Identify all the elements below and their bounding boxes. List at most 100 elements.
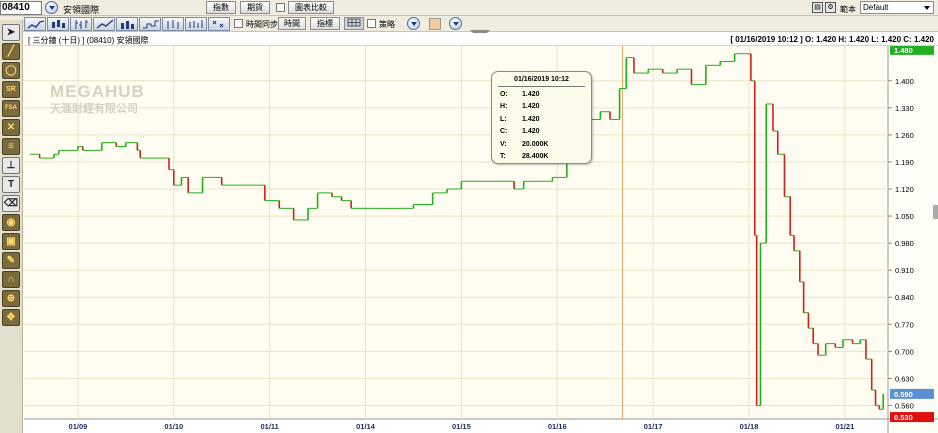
- grid-icon: [347, 18, 361, 27]
- fibonacci-icon: ≡: [8, 141, 14, 152]
- y-tick-label: 0.910: [895, 266, 914, 275]
- hline-tool[interactable]: ⊥: [2, 157, 20, 174]
- sr-tool[interactable]: SR: [2, 81, 20, 98]
- fibonacci-tool[interactable]: ≡: [2, 138, 20, 155]
- low-marker-label: 0.530: [894, 413, 913, 422]
- fan-tool[interactable]: ✕: [2, 119, 20, 136]
- pointfigure-chart-button[interactable]: [208, 17, 230, 31]
- lock-tool[interactable]: ▣: [2, 233, 20, 250]
- hlc-chart-button[interactable]: [162, 17, 184, 31]
- line-tool[interactable]: ╱: [2, 43, 20, 60]
- collapse-handle[interactable]: [470, 30, 490, 33]
- tooltip-row-close: C: 1.420: [500, 128, 540, 135]
- arrow-cursor-icon: ➤: [6, 27, 16, 38]
- range-icon: [189, 20, 203, 28]
- ohlc-chart-button[interactable]: [70, 17, 92, 31]
- ohlc-bar-icon: [75, 20, 88, 29]
- time-sync-label: 時間同步: [246, 20, 278, 29]
- candle-chart-button[interactable]: [47, 17, 69, 31]
- candlestick-icon: [52, 20, 65, 28]
- futures-button[interactable]: 期貨: [240, 1, 270, 14]
- area-chart-button[interactable]: [93, 17, 115, 31]
- delete-tool[interactable]: ✎: [2, 252, 20, 269]
- drawing-toolbar: ➤ ╱ ◯ SR FSA ✕ ≡ ⊥ T ⌫ ◉ ▣ ✎ ∩ ⊕ ✥: [0, 20, 23, 433]
- template-value: Default: [863, 3, 889, 12]
- strategy-label: 策略: [379, 20, 395, 29]
- tooltip-title: 01/16/2019 10:12: [514, 76, 569, 83]
- watermark-brand: MEGAHUB: [50, 82, 145, 101]
- stock-code-input[interactable]: 08410: [0, 1, 42, 15]
- chart-description: [ 三分鐘 (十日) ] (08410) 安領國際: [28, 36, 149, 45]
- move-tool[interactable]: ✥: [2, 309, 20, 326]
- x-tick-label: 01/10: [164, 422, 183, 431]
- pointer-tool[interactable]: ➤: [2, 24, 20, 41]
- point-figure-icon: [212, 20, 224, 28]
- print-icon[interactable]: ▤: [812, 2, 823, 13]
- text-icon: T: [7, 179, 15, 190]
- tooltip-row-volume: V: 20.000K: [500, 141, 549, 148]
- text-tool[interactable]: T: [2, 176, 20, 193]
- pencil-delete-icon: ✎: [6, 255, 16, 266]
- line-draw-icon: ╱: [7, 46, 15, 57]
- move-arrows-icon: ✥: [6, 312, 16, 323]
- grid-toggle-button[interactable]: [344, 17, 364, 30]
- compare-checkbox[interactable]: [276, 3, 285, 12]
- current-marker-label: 0.590: [894, 390, 913, 399]
- panel-resize-handle[interactable]: [933, 205, 938, 219]
- time-button[interactable]: 時間: [278, 17, 306, 30]
- chart-header: [ 三分鐘 (十日) ] (08410) 安領國際 [ 01/16/2019 1…: [24, 33, 938, 46]
- y-tick-label: 0.630: [895, 374, 914, 383]
- step-chart-button[interactable]: [139, 17, 161, 31]
- bar-chart-button[interactable]: [116, 17, 138, 31]
- x-tick-label: 01/14: [356, 422, 376, 431]
- zoom-tool[interactable]: ⊕: [2, 290, 20, 307]
- eraser-tool[interactable]: ⌫: [2, 195, 20, 212]
- template-label: 範本: [840, 5, 856, 14]
- code-dropdown-button[interactable]: [45, 1, 58, 14]
- view-tool[interactable]: ◉: [2, 214, 20, 231]
- chart-ohlc-readout: [ 01/16/2019 10:12 ] O: 1.420 H: 1.420 L…: [730, 35, 934, 44]
- step-chart-icon: [143, 20, 159, 29]
- chart-compare-button[interactable]: 圖表比較: [288, 1, 334, 14]
- settings-icon[interactable]: ⚙: [825, 2, 836, 13]
- y-tick-label: 1.400: [895, 77, 914, 86]
- x-tick-label: 01/11: [260, 422, 278, 431]
- magnet-tool[interactable]: ∩: [2, 271, 20, 288]
- chevron-down-icon: [411, 22, 417, 26]
- ellipse-icon: ◯: [5, 65, 17, 76]
- strategy-checkbox[interactable]: [367, 19, 376, 28]
- line-chart-icon: [27, 20, 45, 29]
- magnet-icon: ∩: [7, 274, 15, 285]
- chart-toolbar: 時間同步 時間 指標 策略: [0, 16, 938, 32]
- high-marker-label: 1.480: [894, 46, 913, 55]
- y-tick-label: 1.190: [895, 158, 914, 167]
- color-dropdown-button[interactable]: [449, 17, 462, 30]
- price-chart[interactable]: 0.560 0.630 0.700 0.770 0.840 0.910 0.980 1.050…: [24, 46, 938, 433]
- tooltip-row-open: O: 1.420: [500, 91, 540, 98]
- watermark-company: 天滙財經有限公司: [50, 103, 138, 115]
- y-tick-label: 0.840: [895, 293, 914, 302]
- time-sync-checkbox[interactable]: [234, 19, 243, 28]
- x-tick-label: 01/17: [644, 422, 663, 431]
- strategy-dropdown-button[interactable]: [407, 17, 420, 30]
- support-resistance-icon: SR: [6, 86, 16, 93]
- template-select[interactable]: Default: [860, 1, 934, 14]
- index-button[interactable]: 指數: [206, 1, 236, 14]
- plot-background: [24, 46, 888, 419]
- tooltip-divider: [498, 86, 585, 87]
- fan-lines-icon: ✕: [6, 122, 16, 133]
- color-swatch[interactable]: [429, 18, 441, 30]
- fan-speed-icon: FSA: [5, 105, 17, 111]
- eye-icon: ◉: [6, 217, 16, 228]
- line-chart-button[interactable]: [24, 17, 46, 31]
- y-tick-label: 0.700: [895, 347, 914, 356]
- fsa-tool[interactable]: FSA: [2, 100, 20, 117]
- bar-chart-icon: [121, 21, 134, 29]
- indicator-button[interactable]: 指標: [310, 17, 340, 30]
- data-tooltip: 01/16/2019 10:12 O: 1.420 H: 1.420 L: 1.420…: [491, 71, 592, 164]
- ellipse-tool[interactable]: ◯: [2, 62, 20, 79]
- range-chart-button[interactable]: [185, 17, 207, 31]
- y-tick-label: 1.120: [895, 185, 914, 194]
- zoom-icon: ⊕: [6, 293, 16, 304]
- x-tick-label: 01/09: [69, 422, 88, 431]
